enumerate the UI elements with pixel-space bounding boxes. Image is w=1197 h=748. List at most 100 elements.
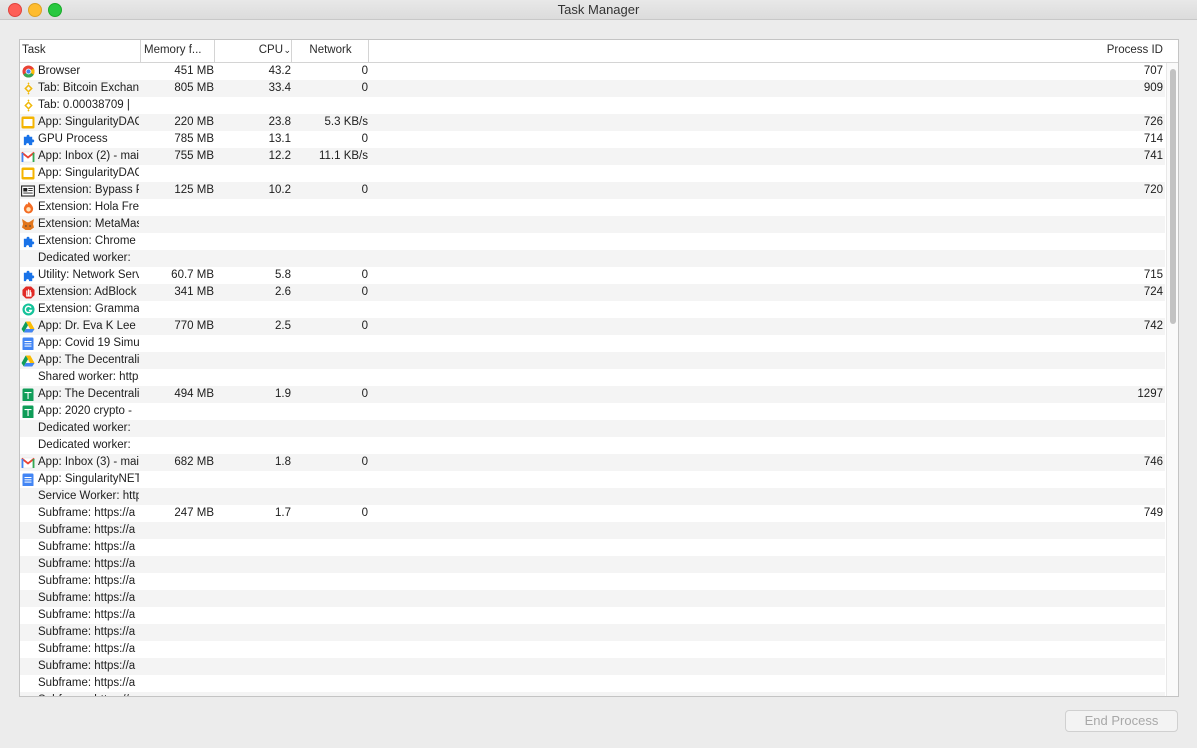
binance-icon [21,82,35,95]
pid-cell [1070,97,1163,114]
table-row[interactable]: App: 2020 crypto - [20,403,1165,420]
table-row[interactable]: Shared worker: https [20,369,1165,386]
task-cell: Utility: Network Service [38,269,139,281]
column-header-task[interactable]: Task [20,40,141,62]
network-cell [293,658,368,675]
memory-cell [140,403,214,420]
puzzle-icon [21,235,35,248]
table-row[interactable]: Extension: Grammarly [20,301,1165,318]
cpu-cell [216,590,291,607]
task-cell: Subframe: https://a [38,575,136,587]
task-cell: App: 2020 crypto - [38,405,132,417]
task-cell: Shared worker: https [38,371,139,383]
table-row[interactable]: Dedicated worker: [20,420,1165,437]
column-header-network[interactable]: Network [293,40,369,62]
column-header-pid[interactable]: Process ID [1070,40,1163,62]
scrollbar-thumb[interactable] [1170,69,1176,324]
network-cell [293,471,368,488]
pid-cell [1070,352,1163,369]
process-table: Task Memory f... CPU ⌄ Network Process I… [19,39,1179,697]
pid-cell [1070,403,1163,420]
network-cell [293,624,368,641]
table-row[interactable]: Browser 451 MB 43.2 0 707 [20,63,1165,80]
table-row[interactable]: Subframe: https://a [20,539,1165,556]
table-row[interactable]: App: SingularityDAO [20,165,1165,182]
metamask-icon [21,218,35,231]
cpu-cell: 43.2 [268,65,291,77]
column-header-cpu[interactable]: CPU ⌄ [216,40,292,62]
cpu-cell [216,641,291,658]
table-row[interactable]: Subframe: https://a [20,675,1165,692]
network-cell: 0 [361,82,368,94]
table-row[interactable]: Tab: Bitcoin Exchange 805 MB 33.4 0 909 [20,80,1165,97]
table-row[interactable]: Subframe: https://a [20,556,1165,573]
puzzle-icon [21,133,35,146]
newspaper-icon [21,184,35,197]
network-cell [293,556,368,573]
sheets-icon [21,388,35,401]
table-row[interactable]: App: The Decentralized 494 MB 1.9 0 1297 [20,386,1165,403]
table-row[interactable]: Dedicated worker: [20,250,1165,267]
table-row[interactable]: Utility: Network Service 60.7 MB 5.8 0 715 [20,267,1165,284]
table-row[interactable]: Extension: Chrome [20,233,1165,250]
task-cell: Subframe: https://a [38,592,136,604]
sheets-icon [21,405,35,418]
table-row[interactable]: Subframe: https://a [20,692,1165,696]
pid-cell: 720 [1143,184,1163,196]
end-process-button[interactable]: End Process [1065,710,1178,732]
task-cell: App: The Decentralized [38,354,139,366]
table-row[interactable]: App: SingularityDAO 220 MB 23.8 5.3 KB/s 726 [20,114,1165,131]
table-row[interactable]: Extension: Bypass Paywalls 125 MB 10.2 0 720 [20,182,1165,199]
memory-cell [140,607,214,624]
memory-cell: 220 MB [174,116,214,128]
task-cell: Subframe: https://a [38,507,136,519]
task-cell: Dedicated worker: [38,422,131,434]
table-row[interactable]: App: SingularityNET [20,471,1165,488]
table-row[interactable]: App: Inbox (3) - mail 682 MB 1.8 0 746 [20,454,1165,471]
network-cell: 0 [361,388,368,400]
table-row[interactable]: Subframe: https://a [20,573,1165,590]
cpu-cell [216,403,291,420]
table-row[interactable]: Subframe: https://a [20,641,1165,658]
table-row[interactable]: App: Covid 19 Simulation [20,335,1165,352]
table-row[interactable]: Subframe: https://a [20,607,1165,624]
table-row[interactable]: App: Inbox (2) - mail 755 MB 12.2 11.1 KB/s… [20,148,1165,165]
column-header-memory[interactable]: Memory f... [140,40,215,62]
network-cell [293,250,368,267]
network-cell: 0 [361,65,368,77]
network-cell: 0 [361,507,368,519]
task-cell: Tab: Bitcoin Exchange [38,82,139,94]
pid-cell [1070,573,1163,590]
grammarly-icon [21,303,35,316]
vertical-scrollbar[interactable] [1166,63,1178,696]
table-row[interactable]: Subframe: https://a [20,658,1165,675]
task-cell: Extension: Hola Free VPN [38,201,139,213]
table-row[interactable]: Service Worker: https [20,488,1165,505]
memory-cell [140,675,214,692]
table-row[interactable]: App: The Decentralized [20,352,1165,369]
network-cell [293,641,368,658]
task-cell: Subframe: https://a [38,558,136,570]
cpu-cell [216,675,291,692]
table-row[interactable]: Extension: MetaMask [20,216,1165,233]
pid-cell [1070,335,1163,352]
table-row[interactable]: GPU Process 785 MB 13.1 0 714 [20,131,1165,148]
network-cell: 0 [361,320,368,332]
pid-cell: 909 [1143,82,1163,94]
cpu-cell [216,97,291,114]
network-cell [293,607,368,624]
table-row[interactable]: Dedicated worker: [20,437,1165,454]
task-cell: Dedicated worker: [38,252,131,264]
memory-cell: 125 MB [174,184,214,196]
table-row[interactable]: Tab: 0.00038709 | [20,97,1165,114]
table-row[interactable]: Subframe: https://a 247 MB 1.7 0 749 [20,505,1165,522]
table-row[interactable]: Subframe: https://a [20,590,1165,607]
table-row[interactable]: Subframe: https://a [20,624,1165,641]
table-row[interactable]: Extension: AdBlock 341 MB 2.6 0 724 [20,284,1165,301]
table-row[interactable]: App: Dr. Eva K Lee 770 MB 2.5 0 742 [20,318,1165,335]
pid-cell [1070,250,1163,267]
table-row[interactable]: Subframe: https://a [20,522,1165,539]
table-row[interactable]: Extension: Hola Free VPN [20,199,1165,216]
table-body: Browser 451 MB 43.2 0 707 Tab: Bitcoin Exchan… [20,63,1165,696]
memory-cell [140,658,214,675]
